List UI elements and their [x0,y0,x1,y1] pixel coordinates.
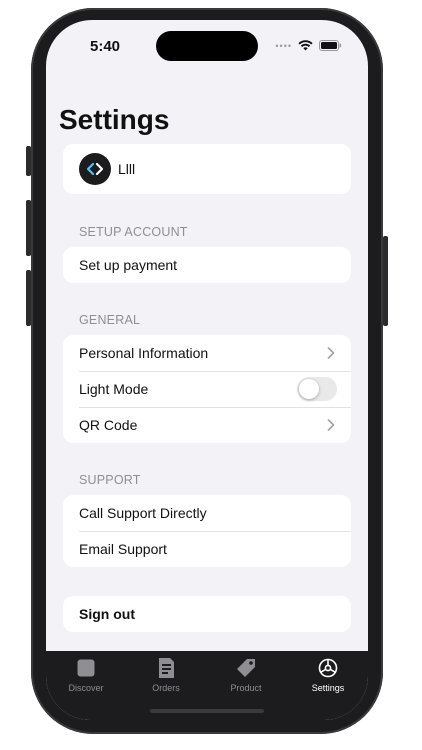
light-mode-row: Light Mode [63,371,351,407]
tab-discover-label: Discover [68,683,104,693]
profile-name: Llll [118,161,136,177]
tab-orders[interactable]: Orders [126,657,206,693]
call-support-label: Call Support Directly [79,505,207,521]
light-mode-toggle[interactable] [297,377,337,401]
tag-icon [237,659,255,677]
status-time: 5:40 [90,38,121,55]
setup-payment-row[interactable]: Set up payment [63,247,351,283]
page-title: Settings [59,104,170,135]
battery-icon [319,40,342,51]
phone-volume-down-button [26,270,31,326]
profile-card[interactable]: Llll [63,144,351,194]
tab-product-label: Product [230,683,262,693]
call-support-row[interactable]: Call Support Directly [63,495,351,531]
chevron-right-icon [327,419,335,431]
square-icon [77,659,95,677]
general-card: Personal Information Light Mode QR Code [63,335,351,443]
email-support-row[interactable]: Email Support [63,531,351,567]
setup-account-card: Set up payment [63,247,351,283]
gear-icon [318,658,338,678]
chevron-right-icon [327,347,335,359]
qr-code-label: QR Code [79,417,138,433]
tab-discover[interactable]: Discover [46,657,126,693]
phone-power-button [383,236,388,326]
personal-information-row[interactable]: Personal Information [63,335,351,371]
light-mode-label: Light Mode [79,381,149,397]
tab-settings-label: Settings [311,683,345,693]
personal-information-label: Personal Information [79,345,209,361]
wifi-icon [298,40,313,51]
phone-action-button [26,146,31,176]
toggle-knob [299,379,319,399]
tab-settings[interactable]: Settings [288,657,368,693]
section-label-support: SUPPORT [79,473,141,487]
app-screen: 5:40 •••• Settings Llll SETUP ACCOUNT Se… [46,20,368,720]
sign-out-button[interactable]: Sign out [63,596,351,632]
section-label-general: GENERAL [79,313,141,327]
dynamic-island [156,31,258,61]
support-card: Call Support Directly Email Support [63,495,351,567]
tab-product[interactable]: Product [206,657,286,693]
avatar [79,153,111,185]
signal-dots-icon: •••• [275,40,292,51]
sign-out-card: Sign out [63,596,351,632]
tab-orders-label: Orders [152,683,180,693]
home-indicator [150,709,264,713]
email-support-label: Email Support [79,541,167,557]
document-icon [159,658,174,678]
code-logo-icon [86,162,104,176]
section-label-setup-account: SETUP ACCOUNT [79,225,188,239]
setup-payment-label: Set up payment [79,257,178,273]
status-indicators: •••• [275,40,342,51]
qr-code-row[interactable]: QR Code [63,407,351,443]
sign-out-label: Sign out [79,606,135,622]
phone-volume-up-button [26,200,31,256]
